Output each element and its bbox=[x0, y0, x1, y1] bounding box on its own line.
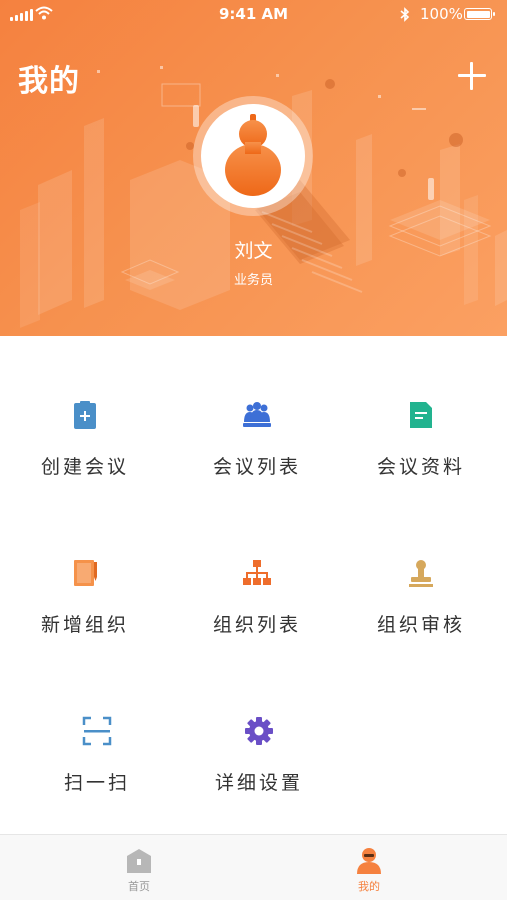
user-icon bbox=[357, 848, 381, 874]
meeting-list-label: 会议列表 bbox=[212, 456, 301, 478]
group-icon bbox=[243, 402, 271, 427]
clipboard-add-icon bbox=[74, 401, 96, 429]
organization-list-button[interactable]: 组织列表 bbox=[172, 558, 342, 668]
detailed-settings-button[interactable]: 详细设置 bbox=[174, 716, 344, 826]
create-meeting-button[interactable]: 创建会议 bbox=[0, 400, 170, 510]
meeting-list-button[interactable]: 会议列表 bbox=[172, 400, 342, 510]
user-role: 业务员 bbox=[233, 273, 273, 288]
scan-icon bbox=[82, 716, 112, 746]
organization-review-button[interactable]: 组织审核 bbox=[336, 558, 506, 668]
function-grid: 创建会议 会议列表 会议资料 新增组织 组织列表 组织审核 扫一扫 详细设置 bbox=[0, 336, 507, 836]
stamp-icon bbox=[409, 560, 433, 587]
scan-label: 扫一扫 bbox=[63, 772, 130, 794]
battery-percentage: 100% bbox=[420, 5, 463, 23]
battery-icon bbox=[464, 8, 495, 20]
organization-list-label: 组织列表 bbox=[212, 614, 301, 636]
detailed-settings-label: 详细设置 bbox=[214, 772, 303, 794]
meeting-materials-button[interactable]: 会议资料 bbox=[336, 400, 506, 510]
document-icon bbox=[410, 402, 432, 428]
profile-header: 9:41 AM 100% 我的 刘文 业务员 bbox=[0, 0, 507, 336]
scan-button[interactable]: 扫一扫 bbox=[12, 716, 182, 826]
home-icon bbox=[127, 849, 151, 873]
add-button[interactable] bbox=[456, 60, 488, 92]
book-edit-icon bbox=[74, 560, 97, 586]
add-organization-label: 新增组织 bbox=[40, 614, 129, 636]
meeting-materials-label: 会议资料 bbox=[376, 456, 465, 478]
page-title: 我的 bbox=[18, 64, 80, 99]
tab-home[interactable]: 首页 bbox=[64, 835, 214, 901]
gear-icon bbox=[245, 717, 273, 745]
add-organization-button[interactable]: 新增组织 bbox=[0, 558, 170, 668]
organization-review-label: 组织审核 bbox=[376, 614, 465, 636]
tab-home-label: 首页 bbox=[128, 880, 150, 893]
gourd-icon bbox=[225, 114, 281, 196]
status-bar: 9:41 AM 100% bbox=[0, 0, 507, 30]
avatar[interactable] bbox=[201, 104, 305, 208]
tab-bar: 首页 我的 bbox=[0, 834, 507, 900]
user-name: 刘文 bbox=[234, 240, 273, 262]
tab-mine[interactable]: 我的 bbox=[294, 835, 444, 901]
tab-mine-label: 我的 bbox=[358, 880, 380, 893]
create-meeting-label: 创建会议 bbox=[40, 456, 129, 478]
org-chart-icon bbox=[243, 560, 271, 585]
bluetooth-icon bbox=[400, 7, 410, 22]
